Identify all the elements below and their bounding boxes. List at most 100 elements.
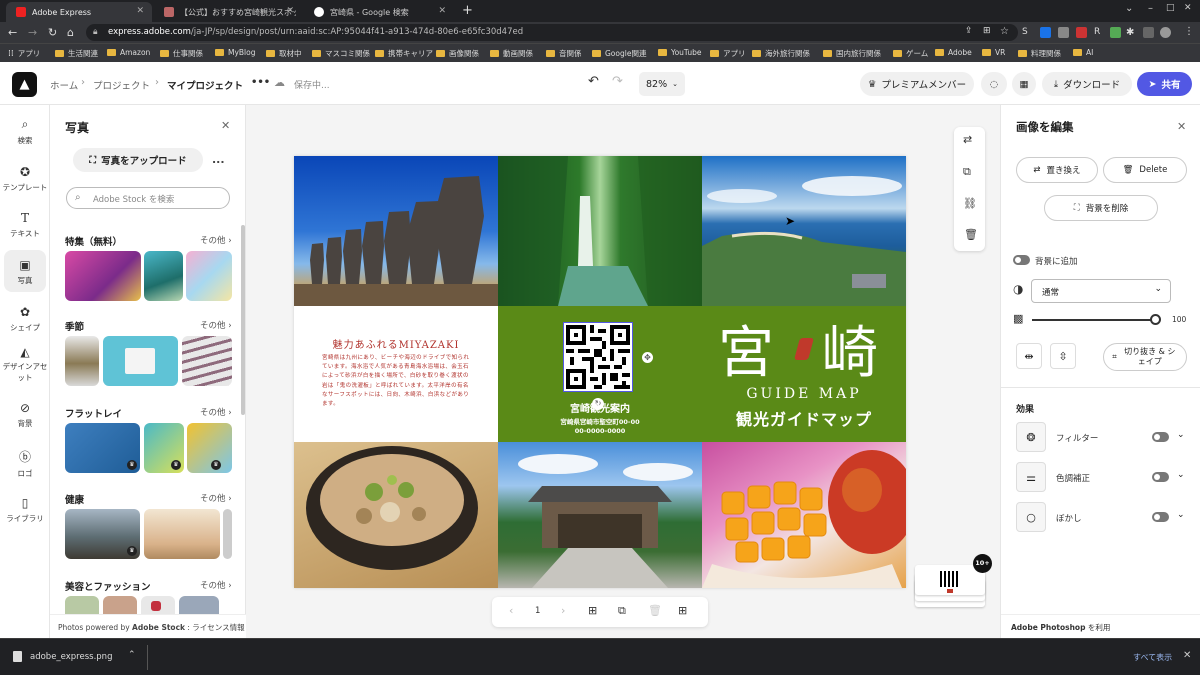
stock-photo-thumb[interactable] bbox=[179, 596, 219, 614]
stock-photo-thumb[interactable] bbox=[223, 509, 232, 559]
rail-photos[interactable]: ▣ 写真 bbox=[0, 250, 50, 292]
close-right-panel-icon[interactable]: ✕ bbox=[1177, 120, 1186, 133]
breadcrumb-home[interactable]: ホーム bbox=[50, 78, 78, 92]
flip-vertical-icon[interactable]: ⇳ bbox=[1050, 343, 1076, 369]
rail-templates[interactable]: ✪ テンプレート bbox=[0, 165, 50, 193]
filter-expand-icon[interactable]: ⌄ bbox=[1177, 430, 1185, 440]
profile-avatar[interactable] bbox=[1160, 27, 1171, 38]
close-tab-icon[interactable]: ✕ bbox=[438, 6, 446, 16]
section-more-link[interactable]: その他 › bbox=[200, 319, 232, 331]
opacity-slider-handle[interactable] bbox=[1150, 314, 1161, 325]
bookmark-item[interactable]: 取材中 bbox=[266, 48, 302, 59]
lightbulb-icon[interactable]: ◌ bbox=[981, 72, 1007, 96]
section-more-link[interactable]: その他 › bbox=[200, 406, 232, 418]
pages-thumbnail-stack[interactable] bbox=[913, 565, 987, 609]
adjustments-icon[interactable]: ⚌ bbox=[1016, 462, 1046, 492]
bookmark-item[interactable]: 国内旅行関係 bbox=[823, 48, 881, 59]
flip-horizontal-icon[interactable]: ⇹ bbox=[1016, 343, 1042, 369]
stock-photo-thumb[interactable]: ♛ bbox=[144, 423, 184, 473]
extension-blue-icon[interactable] bbox=[1040, 27, 1051, 38]
food-photo[interactable] bbox=[294, 442, 498, 588]
stock-photo-thumb[interactable] bbox=[186, 251, 232, 301]
panel-scrollbar[interactable] bbox=[241, 225, 245, 415]
bookmark-apps-grid-icon[interactable]: ⁞⁞ アプリ bbox=[8, 48, 40, 59]
group-icon[interactable]: ⛓ bbox=[963, 197, 977, 210]
new-tab-button[interactable]: + bbox=[462, 3, 473, 18]
close-tab-icon[interactable]: ✕ bbox=[136, 6, 144, 16]
stock-photo-thumb[interactable] bbox=[144, 509, 220, 559]
remove-background-button[interactable]: ⛶ 背景を削除 bbox=[1044, 195, 1158, 221]
trash-icon[interactable]: 🗑︎ bbox=[964, 228, 978, 241]
waterfall-photo[interactable] bbox=[498, 156, 702, 306]
puzzle-icon[interactable]: ✱ bbox=[1126, 27, 1137, 38]
bookmark-item[interactable]: ゲーム bbox=[893, 48, 928, 59]
rail-design-assets[interactable]: ◭ デザインアセット bbox=[0, 346, 50, 383]
stock-photo-thumb[interactable]: ♛ bbox=[65, 423, 140, 473]
rail-search[interactable]: ⌕ 検索 bbox=[0, 117, 50, 146]
back-icon[interactable]: ← bbox=[8, 26, 17, 39]
stock-photo-thumb[interactable] bbox=[103, 336, 178, 386]
reload-icon[interactable]: ↻ bbox=[48, 26, 57, 39]
tab-search-icon[interactable]: ⌄ bbox=[1125, 3, 1133, 14]
extension-green-icon[interactable] bbox=[1110, 27, 1121, 38]
bookmark-star-icon[interactable]: ☆ bbox=[1000, 26, 1009, 37]
bookmark-item[interactable]: 動画関係 bbox=[490, 48, 533, 59]
rail-library[interactable]: ▯ ライブラリ bbox=[0, 496, 50, 524]
filter-icon[interactable]: ❂ bbox=[1016, 422, 1046, 452]
replace-button[interactable]: ⇄ 置き換え bbox=[1016, 157, 1098, 183]
duplicate-page-icon[interactable]: ⧉ bbox=[618, 604, 626, 618]
url-field[interactable]: 🔒︎ express.adobe.com/ja-JP/sp/design/pos… bbox=[86, 24, 1018, 41]
section-more-link[interactable]: その他 › bbox=[200, 234, 232, 246]
bookmark-item[interactable]: VR bbox=[982, 48, 1005, 57]
stock-photo-thumb[interactable] bbox=[65, 336, 99, 386]
share-page-icon[interactable]: ⇪ bbox=[965, 26, 973, 36]
close-panel-icon[interactable]: ✕ bbox=[221, 119, 230, 132]
rail-text[interactable]: T テキスト bbox=[0, 211, 50, 239]
rail-shapes[interactable]: ✿ シェイプ bbox=[0, 305, 50, 333]
bookmark-item[interactable]: 海外旅行関係 bbox=[752, 48, 810, 59]
sidebar-icon[interactable] bbox=[1143, 27, 1154, 38]
close-window-button[interactable]: ✕ bbox=[1184, 3, 1192, 13]
mango-photo[interactable] bbox=[702, 442, 906, 588]
bookmark-item[interactable]: マスコミ関係 bbox=[312, 48, 370, 59]
stock-photo-thumb[interactable] bbox=[65, 596, 99, 614]
show-all-downloads-button[interactable]: すべて表示 bbox=[1133, 652, 1172, 663]
shrine-photo[interactable] bbox=[498, 442, 702, 588]
extension-rx-icon[interactable]: R bbox=[1094, 27, 1105, 38]
license-link[interactable]: : ライセンス情報 bbox=[185, 623, 244, 632]
adjustments-expand-icon[interactable]: ⌄ bbox=[1177, 470, 1185, 480]
bookmark-item[interactable]: Amazon bbox=[107, 48, 150, 57]
blend-mode-select[interactable]: 通常 ⌄ bbox=[1031, 279, 1171, 303]
delete-page-icon[interactable]: 🗑︎ bbox=[648, 604, 662, 617]
extension-s-icon[interactable]: S bbox=[1022, 27, 1033, 38]
bookmark-item[interactable]: 料理関係 bbox=[1018, 48, 1061, 59]
title-block[interactable]: 宮 崎 GUIDE MAP 観光ガイドマップ bbox=[702, 306, 906, 442]
extension-red-icon[interactable] bbox=[1076, 27, 1087, 38]
forward-icon[interactable]: → bbox=[28, 26, 37, 39]
undo-icon[interactable]: ↶ bbox=[588, 74, 599, 89]
tab-google-search[interactable]: 宮崎県 - Google 検索 ✕ bbox=[304, 2, 454, 22]
section-more-link[interactable]: その他 › bbox=[200, 492, 232, 504]
zoom-select[interactable]: 82% ⌄ bbox=[639, 72, 685, 96]
stock-photo-thumb[interactable]: ♛ bbox=[187, 423, 232, 473]
bookmark-item[interactable]: 仕事関係 bbox=[160, 48, 203, 59]
stock-link[interactable]: Adobe Stock bbox=[132, 623, 185, 632]
qr-code-icon[interactable] bbox=[563, 322, 633, 392]
share-button[interactable]: ➤ 共有 bbox=[1137, 72, 1192, 96]
close-download-shelf-icon[interactable]: ✕ bbox=[1183, 650, 1191, 661]
qr-block[interactable]: ✥ ↻ 宮崎観光案内 宮崎県宮崎市聖空町00-00 00-0000-0000 bbox=[498, 306, 702, 442]
stock-photo-thumb[interactable] bbox=[182, 336, 232, 386]
redo-icon[interactable]: ↷ bbox=[612, 74, 623, 89]
stock-photo-thumb[interactable] bbox=[144, 251, 183, 301]
crop-shape-button[interactable]: ⌗ 切り抜き & シェイプ bbox=[1103, 343, 1187, 371]
moai-photo[interactable] bbox=[294, 156, 498, 306]
bookmark-item[interactable]: 携帯キャリア bbox=[375, 48, 433, 59]
coast-photo[interactable] bbox=[702, 156, 906, 306]
stock-photo-thumb[interactable] bbox=[65, 251, 141, 301]
tab-adobe-express[interactable]: Adobe Express ✕ bbox=[6, 2, 152, 22]
section-more-link[interactable]: その他 › bbox=[200, 579, 232, 591]
translate-icon[interactable]: ⊞ bbox=[983, 26, 991, 36]
stock-search-input[interactable]: ⌕ Adobe Stock を検索 bbox=[66, 187, 230, 209]
delete-button[interactable]: 🗑︎ Delete bbox=[1103, 157, 1187, 183]
duplicate-icon[interactable]: ⧉ bbox=[963, 165, 971, 179]
